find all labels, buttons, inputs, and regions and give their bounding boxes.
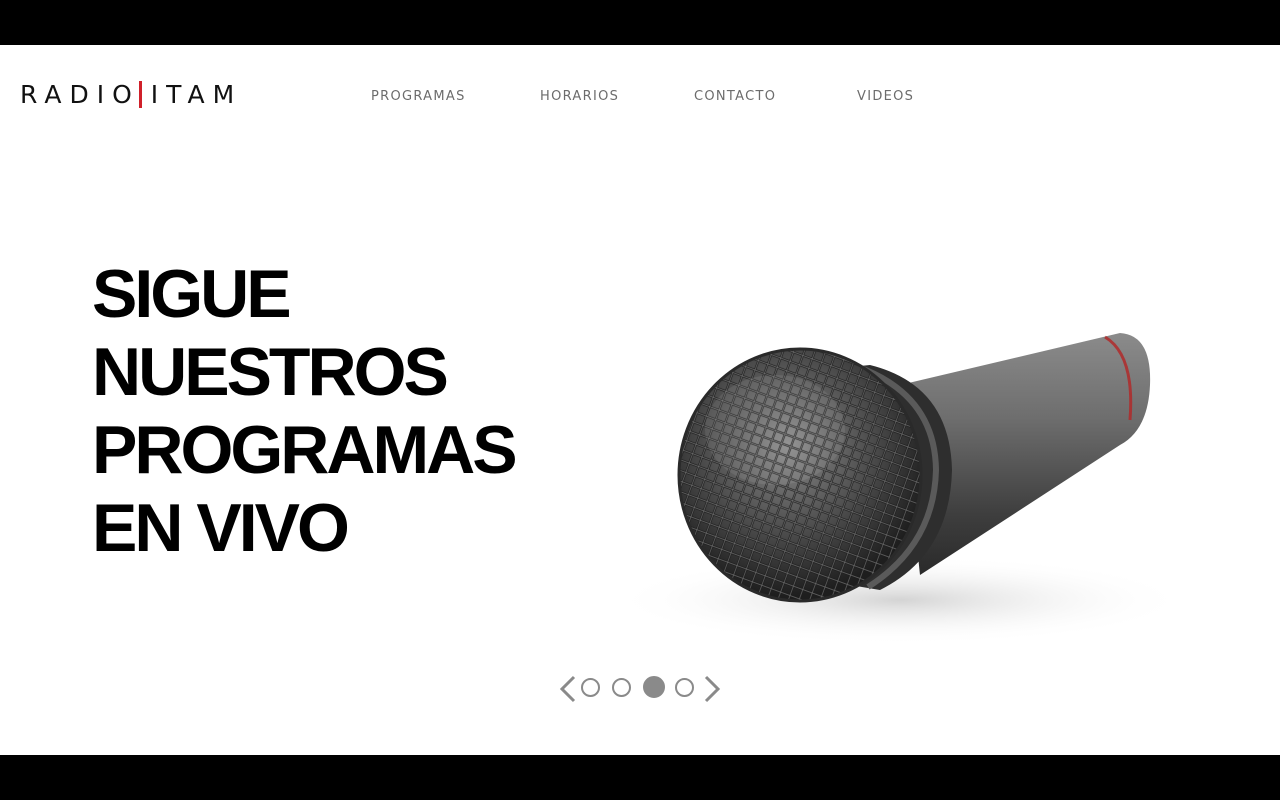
nav-contacto[interactable]: CONTACTO [694, 89, 776, 104]
logo-divider-bar [138, 80, 142, 108]
carousel-dot-1[interactable] [581, 678, 600, 697]
hero-headline: SIGUE NUESTROS PROGRAMAS EN VIVO [92, 255, 518, 567]
chevron-left-icon[interactable] [558, 675, 578, 703]
hero-line-4: EN VIVO [92, 490, 350, 566]
letterbox-bottom [0, 755, 1280, 800]
chevron-right-icon[interactable] [702, 675, 722, 703]
page: RADIO ITAM PROGRAMAS HORARIOS CONTACTO V… [0, 45, 1280, 755]
carousel-dot-3-active[interactable] [643, 676, 665, 698]
carousel-controls [558, 675, 724, 703]
carousel-dot-4[interactable] [675, 678, 694, 697]
letterbox-top [0, 0, 1280, 45]
nav-videos[interactable]: VIDEOS [857, 89, 914, 104]
logo-right-text: ITAM [150, 79, 243, 109]
logo-left-text: RADIO [20, 79, 140, 109]
nav-programas[interactable]: PROGRAMAS [371, 89, 466, 104]
logo[interactable]: RADIO ITAM [20, 79, 243, 109]
microphone-image [610, 333, 1190, 645]
hero-line-1: SIGUE [92, 256, 292, 332]
nav-horarios[interactable]: HORARIOS [540, 89, 619, 104]
hero-line-2: NUESTROS [92, 334, 449, 410]
hero-line-3: PROGRAMAS [92, 412, 518, 488]
carousel-dot-2[interactable] [612, 678, 631, 697]
